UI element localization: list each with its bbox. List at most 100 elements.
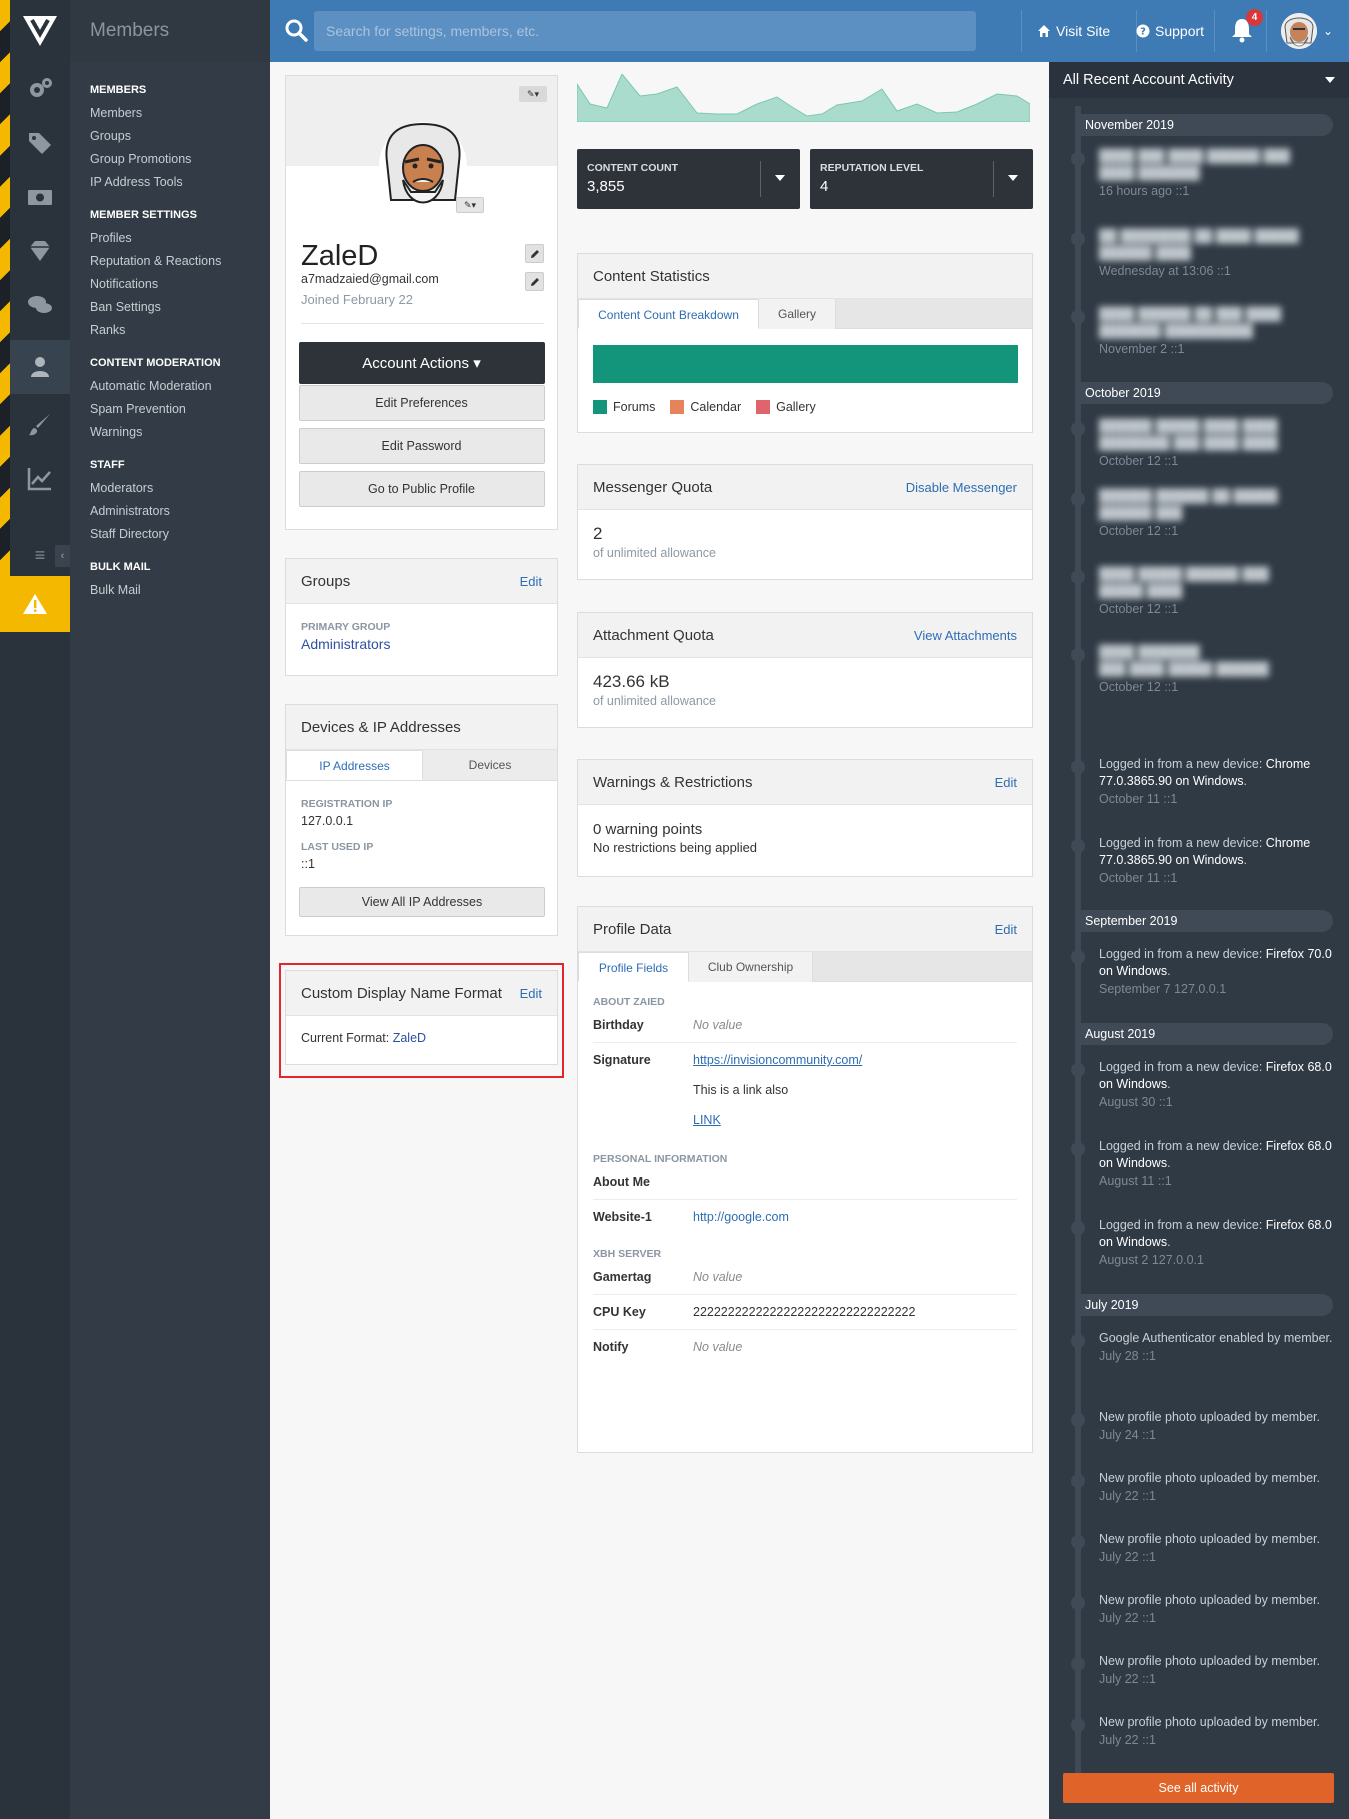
collapse-chevron-icon[interactable]: ‹ — [55, 545, 70, 567]
entry-meta: July 28 ::1 — [1099, 1349, 1156, 1363]
profile-photo[interactable] — [379, 122, 467, 210]
messenger-panel: Messenger Quota Disable Messenger 2 of u… — [577, 464, 1033, 580]
field-value: 22222222222222222222222222222222 — [693, 1305, 916, 1319]
nav-link-groups[interactable]: Groups — [90, 129, 270, 143]
timeline-dot — [1071, 760, 1085, 774]
rail-community[interactable] — [10, 116, 70, 170]
nav-heading: STAFF — [90, 459, 125, 471]
divider — [1266, 10, 1267, 52]
rail-members[interactable] — [10, 340, 70, 394]
caret-down-icon[interactable] — [1008, 175, 1018, 181]
nav-link-moderators[interactable]: Moderators — [90, 481, 270, 495]
field-notify: Notify No value — [593, 1330, 1017, 1364]
nav-link-group-promotions[interactable]: Group Promotions — [90, 152, 270, 166]
tab-ip-addresses[interactable]: IP Addresses — [286, 750, 423, 780]
profile-data-title: Profile Data — [593, 920, 672, 938]
nav-link-administrators[interactable]: Administrators — [90, 504, 270, 518]
nav-link-staff-directory[interactable]: Staff Directory — [90, 527, 270, 541]
rail-statistics[interactable] — [10, 452, 70, 506]
app-logo[interactable] — [10, 0, 70, 62]
redacted-text: ██████ █████ ████ ████ ████████ ███ ████ … — [1099, 419, 1278, 450]
rail-support-alert[interactable] — [0, 576, 70, 632]
rail-customization[interactable] — [10, 398, 70, 452]
nav-link-members[interactable]: Members — [90, 106, 270, 120]
rail-forums[interactable] — [10, 278, 70, 332]
nav-link-notifications[interactable]: Notifications — [90, 277, 270, 291]
timeline-dot — [1071, 152, 1085, 166]
tab-club-ownership[interactable]: Club Ownership — [689, 952, 813, 982]
edit-name-button[interactable] — [525, 244, 544, 263]
brush-icon — [29, 414, 50, 436]
profile-data-edit-link[interactable]: Edit — [995, 922, 1017, 937]
groups-edit-link[interactable]: Edit — [520, 574, 542, 589]
nav-link-spam-prevention[interactable]: Spam Prevention — [90, 402, 270, 416]
website-link[interactable]: http://google.com — [693, 1210, 789, 1224]
activity-entry: Logged in from a new device: Chrome 77.0… — [1071, 756, 1335, 806]
field-value: No value — [693, 1340, 743, 1354]
nav-group-members: MEMBERS Members Groups Group Promotions … — [70, 84, 270, 189]
tab-devices[interactable]: Devices — [423, 750, 557, 780]
redacted-text: ████ ███████ ███ ████ █████ ██████ — [1099, 645, 1269, 676]
nav-link-ban-settings[interactable]: Ban Settings — [90, 300, 270, 314]
nav-link-profiles[interactable]: Profiles — [90, 231, 270, 245]
breakdown-legend: Forums Calendar Gallery — [593, 400, 816, 414]
money-icon — [28, 190, 52, 205]
see-all-activity-button[interactable]: See all activity — [1063, 1773, 1334, 1803]
tab-content-breakdown[interactable]: Content Count Breakdown — [578, 299, 759, 329]
edit-email-button[interactable] — [525, 272, 544, 291]
nav-link-warnings[interactable]: Warnings — [90, 425, 270, 439]
profile-data-tabs: Profile Fields Club Ownership — [578, 952, 1032, 982]
legend-gallery: Gallery — [756, 400, 816, 414]
signature-link[interactable]: https://invisioncommunity.com/ — [693, 1053, 862, 1067]
user-avatar[interactable] — [1281, 13, 1317, 49]
timeline-dot — [1071, 232, 1085, 246]
photo-edit-button[interactable]: ✎▾ — [456, 197, 484, 213]
view-all-ip-button[interactable]: View All IP Addresses — [299, 887, 545, 917]
attachment-title: Attachment Quota — [593, 626, 714, 644]
devices-tabs: IP Addresses Devices — [286, 750, 557, 781]
entry-text: Google Authenticator enabled by member. — [1099, 1331, 1333, 1345]
logo-icon — [23, 16, 57, 46]
restrictions-text: No restrictions being applied — [593, 840, 758, 855]
primary-group-value[interactable]: Administrators — [301, 636, 542, 652]
display-name-panel: Custom Display Name Format Edit Current … — [285, 970, 558, 1065]
rail-system-settings[interactable] — [10, 62, 70, 116]
chevron-down-icon[interactable]: ⌄ — [1323, 24, 1333, 38]
edit-preferences-button[interactable]: Edit Preferences — [298, 385, 545, 421]
timeline-dot — [1071, 310, 1085, 324]
support-link[interactable]: ? Support — [1136, 0, 1204, 62]
activity-header[interactable]: All Recent Account Activity — [1049, 62, 1349, 98]
signature-link-2[interactable]: LINK — [693, 1113, 862, 1127]
tab-gallery[interactable]: Gallery — [759, 299, 836, 329]
display-name-edit-link[interactable]: Edit — [520, 986, 542, 1001]
visit-site-link[interactable]: Visit Site — [1037, 0, 1110, 62]
search-input[interactable] — [314, 11, 976, 51]
edit-password-button[interactable]: Edit Password — [298, 428, 545, 464]
divider — [1021, 10, 1022, 52]
disable-messenger-link[interactable]: Disable Messenger — [906, 480, 1017, 495]
xbh-heading: XBH SERVER — [593, 1248, 662, 1260]
messenger-body: 2 of unlimited allowance — [578, 510, 1032, 560]
rail-marketplace[interactable] — [10, 224, 70, 278]
groups-panel: Groups Edit PRIMARY GROUP Administrators — [285, 558, 558, 676]
search-icon[interactable] — [284, 18, 308, 42]
nav-link-bulk-mail[interactable]: Bulk Mail — [90, 583, 270, 597]
nav-link-automatic-moderation[interactable]: Automatic Moderation — [90, 379, 270, 393]
public-profile-button[interactable]: Go to Public Profile — [298, 471, 545, 507]
entry-meta: 16 hours ago ::1 — [1099, 184, 1190, 198]
rail-commerce[interactable] — [10, 170, 70, 224]
nav-link-ranks[interactable]: Ranks — [90, 323, 270, 337]
redacted-text: ████ ███ ████ ██████ ███ ████ ███████ — [1099, 149, 1291, 180]
warnings-edit-link[interactable]: Edit — [995, 775, 1017, 790]
account-actions-button[interactable]: Account Actions ▾ — [298, 342, 545, 384]
activity-entry: New profile photo uploaded by member. Jul… — [1071, 1653, 1335, 1686]
tab-profile-fields[interactable]: Profile Fields — [578, 952, 689, 982]
nav-link-ip-address-tools[interactable]: IP Address Tools — [90, 175, 270, 189]
question-icon: ? — [1136, 24, 1150, 38]
caret-down-icon[interactable] — [775, 175, 785, 181]
cover-edit-button[interactable]: ✎▾ — [519, 86, 547, 102]
tags-icon — [29, 133, 51, 154]
view-attachments-link[interactable]: View Attachments — [914, 628, 1017, 643]
nav-link-reputation[interactable]: Reputation & Reactions — [90, 254, 270, 268]
entry-prefix: Logged in from a new device: — [1099, 1139, 1266, 1153]
